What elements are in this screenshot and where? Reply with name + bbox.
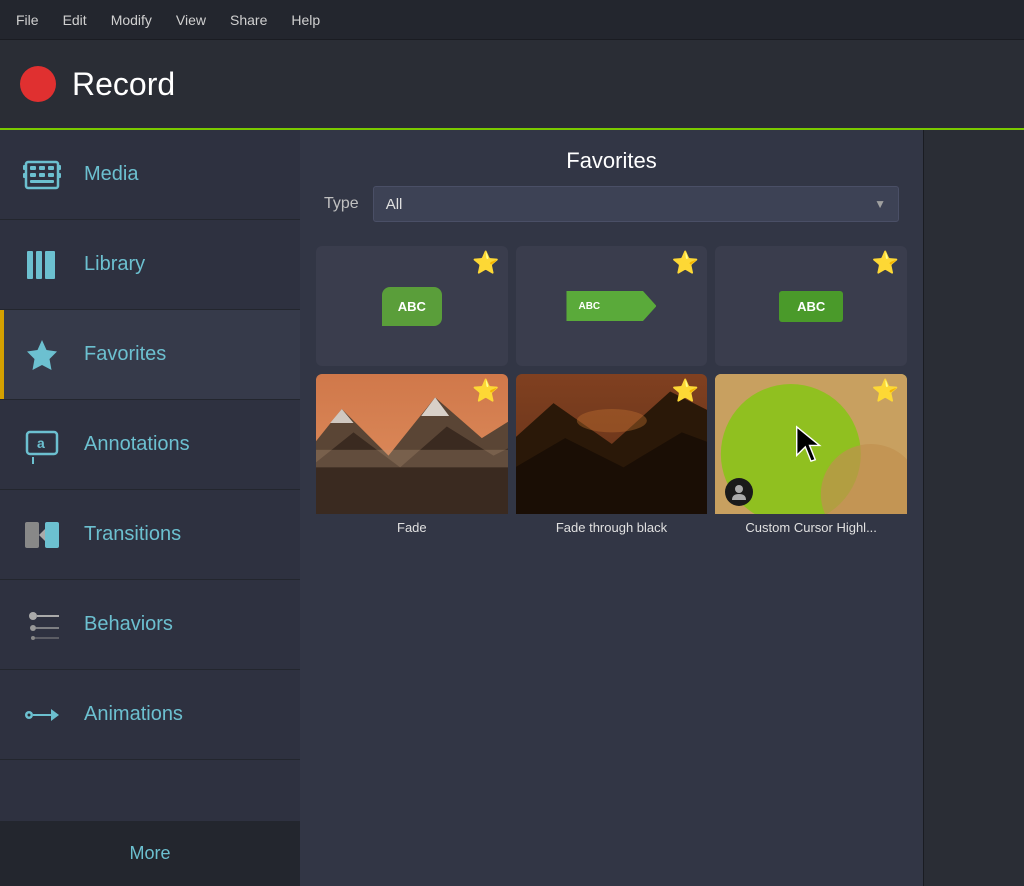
record-title: Record xyxy=(72,66,175,103)
main-layout: Media Library Favorites xyxy=(0,130,1024,886)
sidebar-item-transitions[interactable]: Transitions xyxy=(0,490,300,580)
transitions-icon xyxy=(20,513,64,557)
favorite-item-fade[interactable]: ⭐ xyxy=(316,374,508,543)
sidebar: Media Library Favorites xyxy=(0,130,300,886)
sidebar-label-animations: Animations xyxy=(84,703,183,726)
sidebar-more-label: More xyxy=(129,843,170,864)
star-icon: ⭐ xyxy=(872,380,899,402)
menu-share[interactable]: Share xyxy=(230,8,267,32)
favorites-icon xyxy=(20,333,64,377)
sidebar-label-favorites: Favorites xyxy=(84,343,166,366)
library-icon xyxy=(20,243,64,287)
content-title: Favorites xyxy=(300,130,923,186)
rect-label-shape: ABC xyxy=(779,291,843,322)
type-select-value: All xyxy=(386,196,403,213)
star-icon: ⭐ xyxy=(472,380,499,402)
menubar: File Edit Modify View Share Help xyxy=(0,0,1024,40)
record-button[interactable] xyxy=(20,66,56,102)
type-filter-label: Type xyxy=(324,195,359,213)
svg-text:a: a xyxy=(37,435,45,451)
sidebar-item-library[interactable]: Library xyxy=(0,220,300,310)
type-filter: Type All ▼ xyxy=(300,186,923,238)
sidebar-label-annotations: Annotations xyxy=(84,433,190,456)
sidebar-label-transitions: Transitions xyxy=(84,523,181,546)
sidebar-item-animations[interactable]: Animations xyxy=(0,670,300,760)
speech-bubble-shape: ABC xyxy=(382,287,442,326)
type-select[interactable]: All ▼ xyxy=(373,186,899,222)
favorite-label: Custom Cursor Highl... xyxy=(715,514,907,543)
sidebar-item-behaviors[interactable]: Behaviors xyxy=(0,580,300,670)
star-icon: ⭐ xyxy=(872,252,899,274)
favorite-item-fade-through-black[interactable]: ⭐ xyxy=(516,374,708,543)
arrow-banner-shape: ABC xyxy=(566,291,656,321)
media-icon xyxy=(20,153,64,197)
menu-edit[interactable]: Edit xyxy=(63,8,87,32)
chevron-down-icon: ▼ xyxy=(874,197,886,211)
star-icon: ⭐ xyxy=(672,380,699,402)
favorite-item-custom-cursor[interactable]: ⭐ xyxy=(715,374,907,543)
content-area: Favorites Type All ▼ ⭐ ABC ⭐ ABC xyxy=(300,130,924,886)
favorite-item-speech-bubble[interactable]: ⭐ ABC xyxy=(316,246,508,366)
animations-icon xyxy=(20,693,64,737)
sidebar-item-annotations[interactable]: a Annotations xyxy=(0,400,300,490)
right-panel xyxy=(924,130,1024,886)
menu-help[interactable]: Help xyxy=(291,8,320,32)
sidebar-label-library: Library xyxy=(84,253,145,276)
behaviors-icon xyxy=(20,603,64,647)
menu-file[interactable]: File xyxy=(16,8,39,32)
menu-view[interactable]: View xyxy=(176,8,206,32)
sidebar-item-media[interactable]: Media xyxy=(0,130,300,220)
favorite-item-arrow-banner[interactable]: ⭐ ABC xyxy=(516,246,708,366)
favorite-label: Fade through black xyxy=(516,514,708,543)
sidebar-label-behaviors: Behaviors xyxy=(84,613,173,636)
menu-modify[interactable]: Modify xyxy=(111,8,152,32)
annotations-icon: a xyxy=(20,423,64,467)
star-icon: ⭐ xyxy=(672,252,699,274)
favorites-grid: ⭐ ABC ⭐ ABC ⭐ ABC ⭐ xyxy=(300,238,923,551)
star-icon: ⭐ xyxy=(472,252,499,274)
sidebar-item-favorites[interactable]: Favorites xyxy=(0,310,300,400)
sidebar-label-media: Media xyxy=(84,163,138,186)
record-bar: Record xyxy=(0,40,1024,130)
favorite-item-rect-label[interactable]: ⭐ ABC xyxy=(715,246,907,366)
sidebar-more-button[interactable]: More xyxy=(0,821,300,886)
favorite-label: Fade xyxy=(316,514,508,543)
